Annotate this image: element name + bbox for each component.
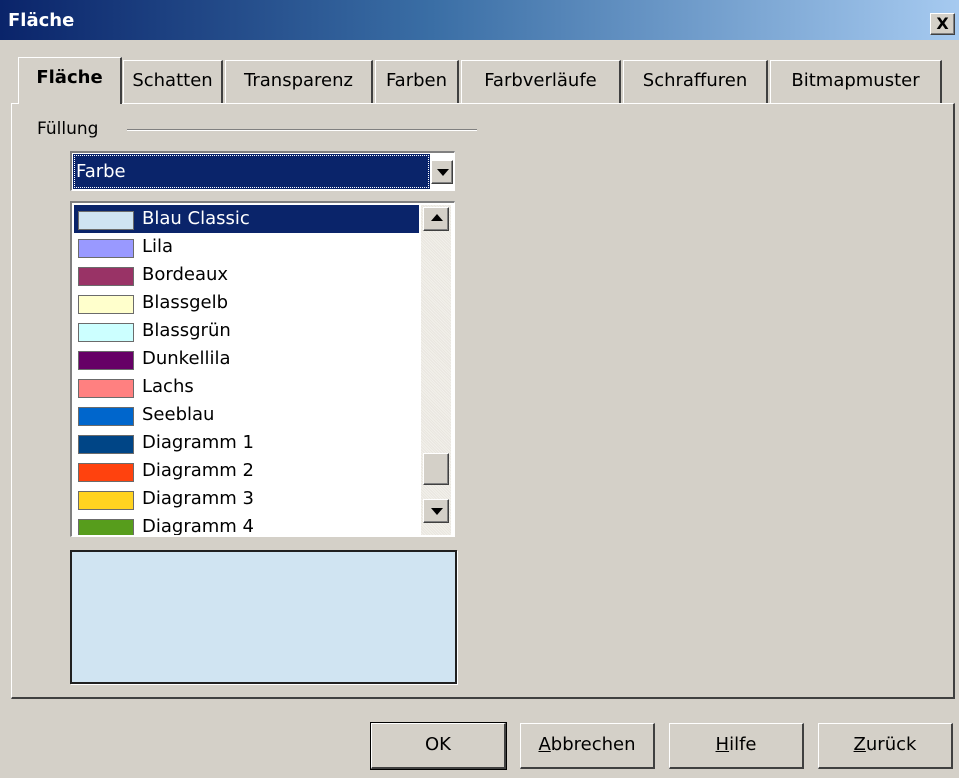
tab-schatten[interactable]: Schatten: [123, 60, 223, 104]
color-name: Seeblau: [142, 404, 215, 425]
help-button[interactable]: Hilfe: [669, 723, 804, 769]
arrow-up-icon: [431, 214, 443, 221]
tab-farben[interactable]: Farben: [375, 60, 459, 104]
color-list-item[interactable]: Seeblau: [74, 401, 419, 429]
color-list-item[interactable]: Diagramm 2: [74, 457, 419, 485]
color-swatch: [78, 351, 134, 370]
tab-label: Bitmapmuster: [791, 70, 920, 91]
dialog-title: Fläche: [8, 10, 75, 31]
color-name: Diagramm 1: [142, 432, 254, 453]
cancel-label: bbrechen: [550, 734, 636, 755]
color-list-item[interactable]: Diagramm 1: [74, 429, 419, 457]
color-list-item[interactable]: Blassgrün: [74, 317, 419, 345]
tab-farbverlaeufe[interactable]: Farbverläufe: [461, 60, 621, 104]
group-separator: [127, 129, 477, 131]
ok-button[interactable]: OK: [370, 722, 507, 770]
color-swatch: [78, 407, 134, 426]
color-name: Lachs: [142, 376, 194, 397]
color-list-item[interactable]: Blassgelb: [74, 289, 419, 317]
color-list-item[interactable]: Bordeaux: [74, 261, 419, 289]
tab-label: Transparenz: [244, 70, 353, 91]
scroll-up-button[interactable]: [423, 207, 449, 231]
color-list-item[interactable]: Dunkellila: [74, 345, 419, 373]
color-list-item[interactable]: Lila: [74, 233, 419, 261]
back-label: urück: [865, 734, 917, 755]
color-listbox[interactable]: Blau Classic Lila Bordeaux Blassgelb Blassgr…: [70, 201, 455, 537]
tab-label: Schraffuren: [642, 70, 748, 91]
help-label: ilfe: [729, 734, 757, 755]
scroll-thumb[interactable]: [423, 453, 449, 485]
ok-label: OK: [425, 734, 451, 755]
fill-group-label: Füllung: [37, 119, 99, 139]
tab-schraffuren[interactable]: Schraffuren: [623, 60, 768, 104]
tab-label: Schatten: [132, 70, 213, 91]
cancel-button[interactable]: Abbrechen: [520, 723, 655, 769]
fill-type-select[interactable]: Farbe: [70, 151, 455, 191]
arrow-down-icon: [431, 508, 443, 515]
title-bar[interactable]: Fläche X: [0, 0, 959, 41]
color-list-item[interactable]: Lachs: [74, 373, 419, 401]
chevron-down-icon: [437, 169, 449, 176]
color-swatch: [78, 491, 134, 510]
back-mnemonic: Z: [853, 734, 866, 755]
tab-flaeche[interactable]: Fläche: [18, 57, 122, 104]
color-list-item[interactable]: Diagramm 4: [74, 513, 419, 535]
color-list: Blau Classic Lila Bordeaux Blassgelb Blassgr…: [74, 205, 419, 535]
color-name: Diagramm 4: [142, 516, 254, 535]
tab-label: Farben: [385, 70, 448, 91]
color-name: Diagramm 2: [142, 460, 254, 481]
color-name: Blassgelb: [142, 292, 229, 313]
color-swatch: [78, 435, 134, 454]
color-swatch: [78, 295, 134, 314]
color-swatch: [78, 267, 134, 286]
color-swatch: [78, 323, 134, 342]
color-swatch: [78, 239, 134, 258]
color-preview: [70, 550, 457, 684]
fill-type-value: Farbe: [73, 154, 430, 189]
color-swatch: [78, 211, 134, 230]
tab-label: Fläche: [36, 67, 103, 88]
scroll-down-button[interactable]: [423, 499, 449, 523]
color-name: Diagramm 3: [142, 488, 254, 509]
close-icon: X: [936, 14, 949, 33]
help-mnemonic: H: [715, 734, 730, 755]
back-button[interactable]: Zurück: [818, 723, 953, 769]
dropdown-button[interactable]: [431, 160, 453, 184]
color-list-item[interactable]: Diagramm 3: [74, 485, 419, 513]
color-swatch: [78, 519, 134, 535]
color-name: Dunkellila: [142, 348, 231, 369]
color-name: Blau Classic: [142, 208, 250, 229]
color-name: Bordeaux: [142, 264, 229, 285]
color-list-item[interactable]: Blau Classic: [74, 205, 419, 233]
close-button[interactable]: X: [930, 13, 955, 35]
color-swatch: [78, 379, 134, 398]
tab-label: Farbverläufe: [484, 70, 597, 91]
tab-bitmapmuster[interactable]: Bitmapmuster: [770, 60, 942, 104]
vertical-scrollbar[interactable]: [421, 205, 451, 535]
color-swatch: [78, 463, 134, 482]
color-name: Lila: [142, 236, 174, 257]
area-dialog: Fläche X Schatten Transparenz Farben Far…: [0, 0, 962, 778]
cancel-mnemonic: A: [538, 734, 551, 755]
color-name: Blassgrün: [142, 320, 231, 341]
tab-transparenz[interactable]: Transparenz: [225, 60, 373, 104]
